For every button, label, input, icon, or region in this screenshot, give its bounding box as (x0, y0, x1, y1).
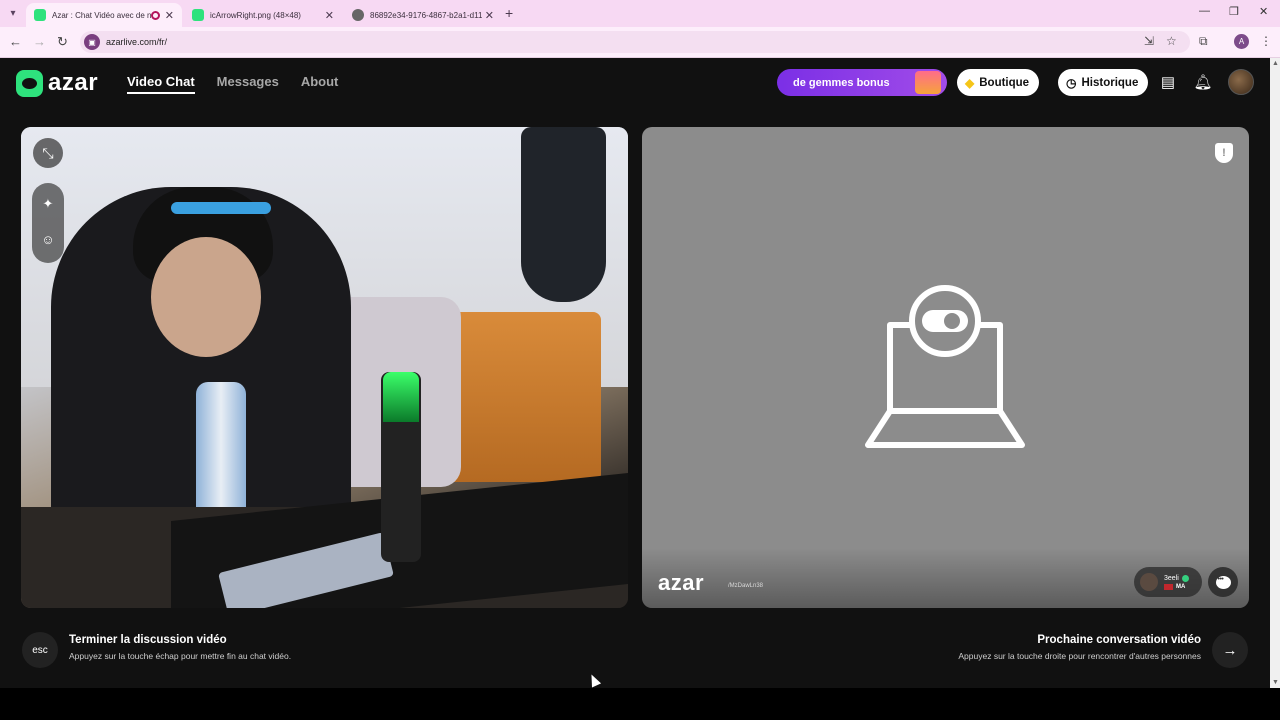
video-scene-jacket (521, 127, 606, 302)
webcam-off-illustration-icon (865, 285, 1025, 448)
globe-favicon-icon (352, 9, 364, 21)
peer-name: 3eeli (1164, 574, 1189, 582)
browser-tab-azar[interactable]: Azar : Chat Vidéo avec de n ✕ (26, 3, 182, 27)
video-scene-face (151, 237, 261, 357)
site-info-icon[interactable]: ▣ (84, 34, 100, 50)
restore-icon[interactable]: ❐ (1229, 5, 1239, 18)
peer-name-text: 3eeli (1164, 574, 1179, 582)
address-bar[interactable]: ▣ azarlive.com/fr/ (80, 31, 1190, 53)
scroll-up-icon[interactable]: ▲ (1272, 60, 1279, 67)
url-text: azarlive.com/fr/ (106, 37, 168, 47)
logo-text: azar (48, 69, 99, 96)
face-filter-icon[interactable]: ☺ (32, 223, 64, 255)
morocco-flag-icon (1164, 583, 1173, 590)
tab-close-icon[interactable]: ✕ (325, 9, 334, 22)
user-avatar[interactable] (1228, 69, 1254, 95)
minimize-video-icon[interactable]: ⤡ (33, 138, 63, 168)
shop-label: Boutique (979, 76, 1030, 89)
self-video-panel: ⤡ ✦ ☺ (21, 127, 628, 608)
extensions-puzzle-icon[interactable]: ⧉ (1199, 34, 1208, 49)
notification-bell-icon[interactable]: 🔔︎ (1192, 71, 1214, 93)
browser-toolbar: ← → ↻ ▣ azarlive.com/fr/ ⇲ ☆ ⧉ ⋮ (0, 27, 1280, 58)
azar-site: azar Video Chat Messages About de gemmes… (0, 58, 1270, 688)
azar-logo-icon (16, 69, 43, 97)
window-close-icon[interactable]: ✕ (1259, 5, 1268, 18)
end-chat-subtitle: Appuyez sur la touche échap pour mettre … (69, 651, 292, 661)
browser-tab-bar: ▾ Azar : Chat Vidéo avec de n ✕ icArrowR… (0, 0, 1280, 27)
image-favicon-icon (192, 9, 204, 21)
effects-toolbar: ✦ ☺ (32, 183, 64, 263)
gift-box-icon (915, 71, 941, 94)
back-arrow-icon[interactable]: ← (9, 34, 22, 49)
history-button[interactable]: ◷ Historique (1058, 69, 1149, 96)
next-chat-arrow-button[interactable]: → (1212, 632, 1248, 668)
main-nav: Video Chat Messages About (127, 74, 338, 94)
inbox-icon[interactable]: ▤ (1157, 71, 1179, 93)
azar-watermark: azar (658, 570, 705, 595)
end-chat-title: Terminer la discussion vidéo (69, 634, 227, 646)
peer-profile-chip[interactable]: 3eeli MA (1134, 567, 1202, 597)
next-chat-subtitle: Appuyez sur la touche droite pour rencon… (958, 651, 1201, 661)
tab-title: 86892e34-9176-4867-b2a1-d113 (370, 10, 482, 20)
peer-country: MA (1164, 583, 1189, 590)
bookmark-star-icon[interactable]: ☆ (1166, 34, 1177, 48)
remote-video-panel: ! azar /MzDawLn38 3eeli MA (642, 127, 1249, 608)
bonus-gems-banner[interactable]: de gemmes bonus (777, 69, 947, 96)
azar-favicon-icon (34, 9, 46, 21)
tab-close-icon[interactable]: ✕ (485, 9, 494, 22)
chat-button[interactable] (1208, 567, 1238, 597)
gem-icon: ◆ (965, 75, 975, 90)
install-app-icon[interactable]: ⇲ (1144, 34, 1154, 48)
history-label: Historique (1081, 76, 1139, 89)
bonus-gems-label: de gemmes bonus (793, 76, 890, 89)
page-scrollbar[interactable]: ▲ ▼ (1270, 58, 1280, 688)
clock-icon: ◷ (1066, 75, 1077, 90)
next-chat-title: Prochaine conversation vidéo (1037, 634, 1201, 646)
watermark-id: /MzDawLn38 (728, 583, 764, 589)
peer-country-code: MA (1176, 583, 1186, 590)
browser-profile-avatar[interactable]: A (1234, 34, 1249, 49)
nav-about[interactable]: About (301, 74, 339, 94)
new-tab-plus-icon[interactable]: + (505, 5, 513, 21)
video-scene-mic-light (383, 372, 419, 422)
peer-avatar (1140, 573, 1158, 591)
tab-search-chevron-icon[interactable]: ▾ (4, 5, 22, 21)
shop-button[interactable]: ◆ Boutique (957, 69, 1040, 96)
browser-menu-icon[interactable]: ⋮ (1260, 34, 1272, 48)
verified-badge-icon (1181, 574, 1189, 582)
scroll-down-icon[interactable]: ▼ (1272, 679, 1279, 686)
minimize-icon[interactable]: — (1199, 5, 1210, 17)
nav-video-chat[interactable]: Video Chat (127, 74, 195, 94)
report-shield-icon[interactable]: ! (1215, 143, 1233, 163)
video-scene-bottle (196, 382, 246, 522)
nav-messages[interactable]: Messages (217, 74, 279, 94)
magic-wand-icon[interactable]: ✦ (32, 188, 64, 220)
browser-tab-uuid[interactable]: 86892e34-9176-4867-b2a1-d113 ✕ (344, 3, 502, 27)
chat-bubble-icon (1215, 575, 1231, 589)
tab-title: icArrowRight.png (48×48) (210, 10, 301, 20)
forward-arrow-icon[interactable]: → (33, 34, 46, 49)
browser-tab-arrow-png[interactable]: icArrowRight.png (48×48) ✕ (184, 3, 342, 27)
tab-close-icon[interactable]: ✕ (165, 9, 174, 22)
recording-indicator-icon (151, 10, 160, 20)
end-chat-esc-button[interactable]: esc (22, 632, 58, 668)
tab-title: Azar : Chat Vidéo avec de n (52, 10, 152, 20)
azar-logo[interactable]: azar (16, 69, 98, 97)
reload-icon[interactable]: ↻ (57, 34, 68, 50)
video-scene-headphones (171, 202, 271, 214)
